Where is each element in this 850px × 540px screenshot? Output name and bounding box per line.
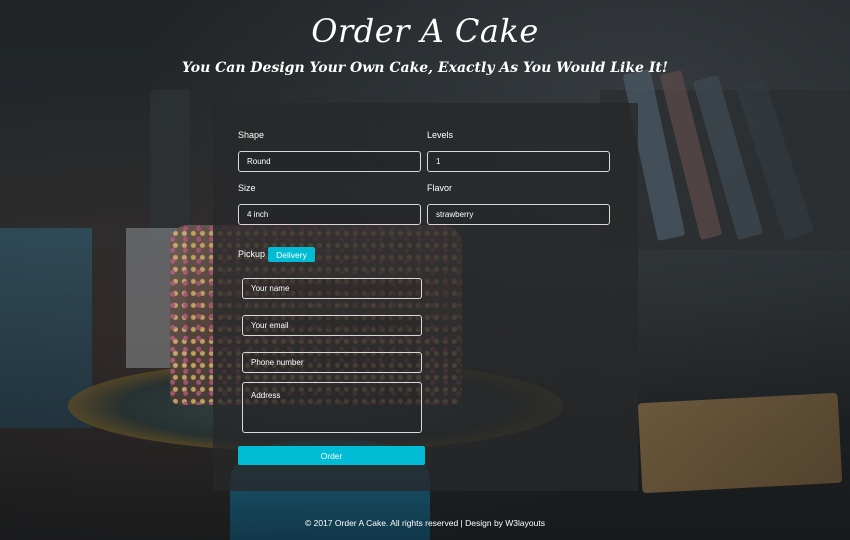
flavor-select[interactable]: strawberry	[427, 204, 610, 225]
order-button[interactable]: Order	[238, 446, 425, 465]
levels-select[interactable]: 1	[427, 151, 610, 172]
size-label: Size	[238, 183, 256, 193]
levels-label: Levels	[427, 130, 454, 140]
name-input[interactable]: Your name	[242, 278, 422, 299]
delivery-button[interactable]: Delivery	[268, 247, 315, 262]
phone-input[interactable]: Phone number	[242, 352, 422, 373]
pickup-option[interactable]: Pickup	[238, 249, 265, 259]
footer-copyright: © 2017 Order A Cake. All rights reserved…	[305, 518, 545, 528]
page-title: Order A Cake	[311, 12, 539, 50]
page-subtitle: You Can Design Your Own Cake, Exactly As…	[181, 60, 668, 76]
shape-select[interactable]: Round	[238, 151, 421, 172]
email-input[interactable]: Your email	[242, 315, 422, 336]
shape-label: Shape	[238, 130, 265, 140]
address-textarea[interactable]: Address	[242, 382, 422, 433]
size-select[interactable]: 4 inch	[238, 204, 421, 225]
flavor-label: Flavor	[427, 183, 453, 193]
